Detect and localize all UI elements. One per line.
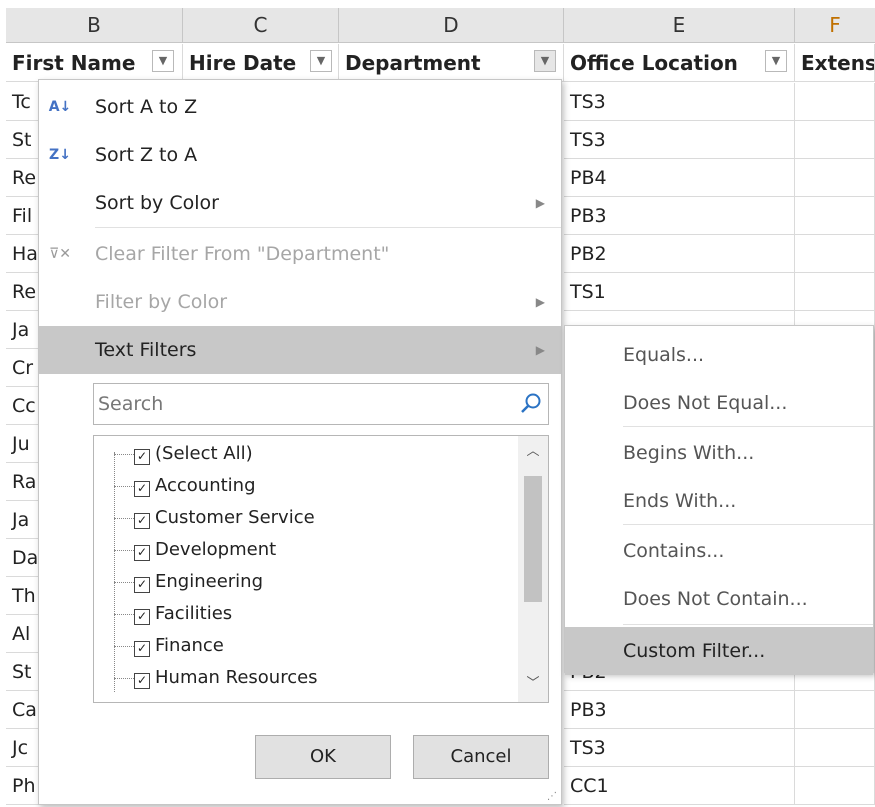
scroll-down-icon[interactable]: ﹀	[518, 672, 548, 691]
resize-grip-icon[interactable]: ⋰	[547, 791, 557, 802]
submenu-arrow-icon: ▶	[535, 343, 545, 357]
filter-item-label: Finance	[155, 635, 224, 656]
submenu-arrow-icon: ▶	[535, 295, 545, 309]
cell-office-location[interactable]: TS3	[564, 83, 795, 121]
filter-dropdown-icon[interactable]: ▼	[310, 50, 332, 72]
list-scrollbar[interactable]: ︿ ﹀	[518, 436, 548, 702]
filter-dropdown-icon[interactable]: ▼	[765, 50, 787, 72]
filter-list-item[interactable]: ✓ Customer Service	[134, 502, 315, 534]
checkbox-checked-icon[interactable]: ✓	[134, 481, 150, 497]
filter-list-item[interactable]: ✓ Human Resources	[134, 662, 318, 694]
cell-extension[interactable]	[795, 83, 875, 121]
cell-extension[interactable]	[795, 691, 875, 729]
filter-list-item[interactable]: ✓ (Select All)	[134, 438, 253, 470]
filter-value-list: ✓ (Select All) ✓ Accounting ✓ Customer Servic…	[93, 435, 549, 703]
text-filter-option[interactable]: Custom Filter...	[565, 627, 873, 675]
checkbox-checked-icon[interactable]: ✓	[134, 577, 150, 593]
ok-button[interactable]: OK	[255, 735, 391, 779]
cell-office-location[interactable]: PB3	[564, 197, 795, 235]
filter-item-label: Customer Service	[155, 507, 315, 528]
cell-office-location[interactable]: TS1	[564, 273, 795, 311]
filter-by-color-item[interactable]: Filter by Color ▶	[39, 278, 561, 326]
clear-filter-item[interactable]: ⊽✕ Clear Filter From "Department"	[39, 230, 561, 278]
text-filter-option[interactable]: Does Not Contain...	[565, 575, 873, 623]
checkbox-checked-icon[interactable]: ✓	[134, 513, 150, 529]
cell-extension[interactable]	[795, 273, 875, 311]
filter-list-item[interactable]: ✓ Finance	[134, 630, 224, 662]
filter-dropdown-icon[interactable]: ▼	[152, 50, 174, 72]
checkbox-checked-icon[interactable]: ✓	[134, 673, 150, 689]
cell-extension[interactable]	[795, 197, 875, 235]
field-header-extension[interactable]: Extens	[795, 44, 875, 82]
filter-item-label: Engineering	[155, 571, 263, 592]
cell-extension[interactable]	[795, 235, 875, 273]
text-filters-item[interactable]: Text Filters ▶	[39, 326, 561, 374]
cell-extension[interactable]	[795, 159, 875, 197]
cell-office-location[interactable]: PB4	[564, 159, 795, 197]
cell-office-location[interactable]: TS3	[564, 121, 795, 159]
checkbox-checked-icon[interactable]: ✓	[134, 609, 150, 625]
text-filter-option[interactable]: Ends With...	[565, 477, 873, 525]
cell-office-location[interactable]: PB3	[564, 691, 795, 729]
cell-extension[interactable]	[795, 767, 875, 805]
text-filter-option[interactable]: Contains...	[565, 527, 873, 575]
cancel-button[interactable]: Cancel	[413, 735, 549, 779]
text-filter-option[interactable]: Equals...	[565, 331, 873, 379]
text-filters-submenu: Equals... Does Not Equal... Begins With...…	[564, 325, 874, 675]
checkbox-checked-icon[interactable]: ✓	[134, 449, 150, 465]
sort-by-color-item[interactable]: Sort by Color ▶	[39, 179, 561, 227]
cell-extension[interactable]	[795, 729, 875, 767]
filter-item-label: (Select All)	[155, 443, 253, 464]
submenu-arrow-icon: ▶	[535, 196, 545, 210]
field-header-department[interactable]: Department	[339, 44, 564, 82]
column-header-e[interactable]: E	[564, 8, 795, 43]
cell-extension[interactable]	[795, 121, 875, 159]
checkbox-checked-icon[interactable]: ✓	[134, 641, 150, 657]
filter-item-label: Development	[155, 539, 277, 560]
cell-office-location[interactable]: TS3	[564, 729, 795, 767]
column-header-f[interactable]: F	[795, 8, 875, 43]
filter-list-item[interactable]: ✓ Engineering	[134, 566, 263, 598]
column-header-c[interactable]: C	[183, 8, 339, 43]
text-filter-option[interactable]: Begins With...	[565, 429, 873, 477]
filter-item-label: Human Resources	[155, 667, 318, 688]
autofilter-menu: A↓ Sort A to Z Z↓ Sort Z to A Sort by Co…	[38, 79, 562, 805]
column-header-b[interactable]: B	[6, 8, 183, 43]
text-filter-option[interactable]: Does Not Equal...	[565, 379, 873, 427]
sort-descending-icon: Z↓	[49, 147, 71, 163]
checkbox-checked-icon[interactable]: ✓	[134, 545, 150, 561]
filter-item-label: Facilities	[155, 603, 233, 624]
search-icon[interactable]	[520, 392, 542, 414]
sort-a-to-z-item[interactable]: A↓ Sort A to Z	[39, 83, 561, 131]
cell-office-location[interactable]: PB2	[564, 235, 795, 273]
filter-list-item[interactable]: ✓ Accounting	[134, 470, 256, 502]
filter-dropdown-icon[interactable]: ▼	[534, 50, 556, 72]
search-input[interactable]: Search	[93, 383, 549, 425]
filter-list-item[interactable]: ✓ Facilities	[134, 598, 232, 630]
scroll-thumb[interactable]	[524, 476, 542, 602]
clear-filter-icon: ⊽✕	[49, 246, 71, 262]
cell-office-location[interactable]: CC1	[564, 767, 795, 805]
scroll-up-icon[interactable]: ︿	[518, 440, 548, 459]
filter-list-item[interactable]: ✓ Development	[134, 534, 276, 566]
field-header-office-location[interactable]: Office Location	[564, 44, 795, 82]
filter-item-label: Accounting	[155, 475, 256, 496]
column-header-d[interactable]: D	[339, 8, 564, 43]
sort-ascending-icon: A↓	[48, 99, 72, 115]
sort-z-to-a-item[interactable]: Z↓ Sort Z to A	[39, 131, 561, 179]
